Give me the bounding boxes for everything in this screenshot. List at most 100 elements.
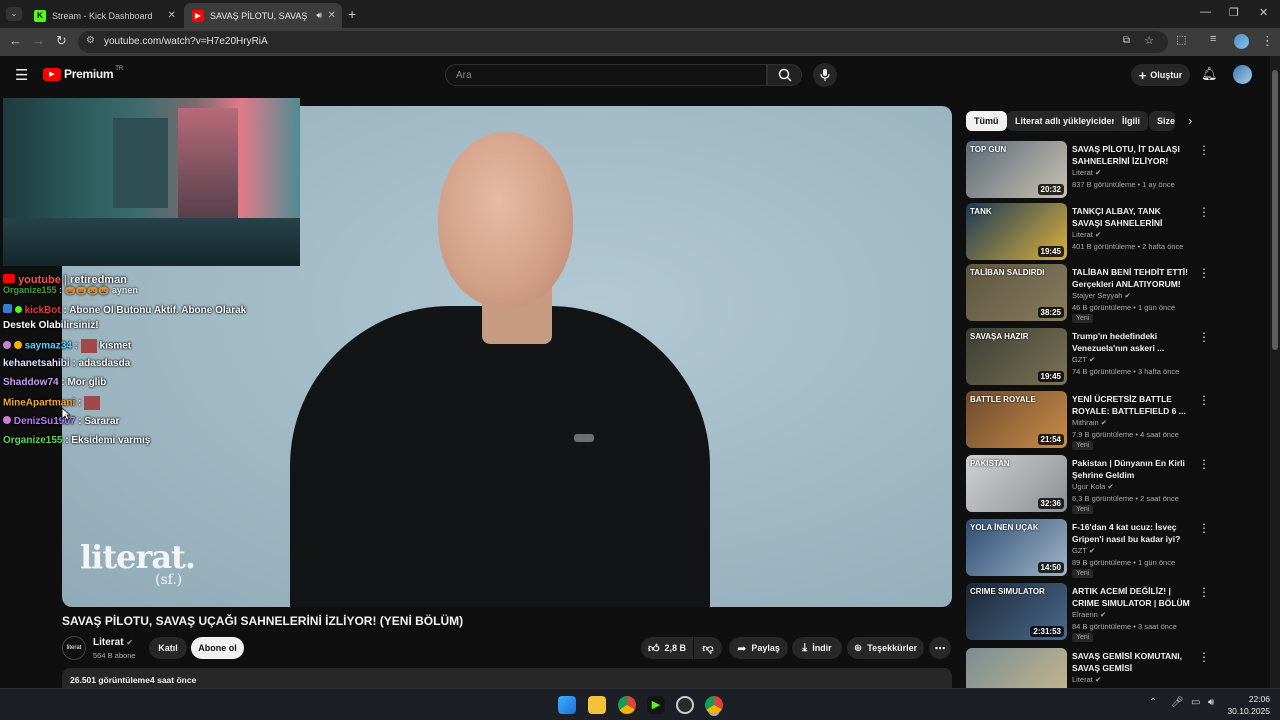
display-tray-icon[interactable]: ▭: [1191, 697, 1200, 708]
recommendation-channel[interactable]: GZT ✔: [1072, 546, 1095, 555]
video-thumbnail[interactable]: PAKİSTAN 32:36: [966, 455, 1067, 512]
chip-from-uploader[interactable]: Literat adlı yükleyiciden: [1007, 111, 1126, 131]
subscribe-button[interactable]: Abone ol: [191, 637, 244, 659]
recommendation-channel[interactable]: Literat ✔: [1072, 675, 1101, 684]
recommendation-item[interactable]: SAVAŞA HAZIR 19:45 Trump'ın hedefindeki Ve…: [966, 328, 1236, 388]
more-options-icon[interactable]: ⋮: [1198, 205, 1210, 219]
voice-search-button[interactable]: [813, 63, 837, 87]
download-button[interactable]: ⤓ İndir: [792, 637, 842, 659]
more-options-icon[interactable]: ⋮: [1198, 266, 1210, 280]
search-button[interactable]: [767, 64, 802, 86]
recommendation-item[interactable]: TALİBAN SALDIRDI 38:25 TALİBAN BENİ TEHDİT…: [966, 264, 1236, 324]
recommendation-channel[interactable]: Literat ✔: [1072, 230, 1101, 239]
recommendation-title[interactable]: F-16'dan 4 kat ucuz: İsveç Gripen'i nası…: [1072, 521, 1190, 545]
recommendation-channel[interactable]: Ugur Kola ✔: [1072, 482, 1114, 491]
minimize-button[interactable]: —: [1200, 6, 1211, 18]
video-thumbnail[interactable]: TOP GUN 20:32: [966, 141, 1067, 198]
reload-icon[interactable]: ↻: [56, 33, 67, 49]
video-thumbnail[interactable]: BATTLE ROYALE 21:54: [966, 391, 1067, 448]
youtube-logo[interactable]: ▶ Premium TR: [43, 66, 123, 81]
recommendation-channel[interactable]: Mithrain ✔: [1072, 418, 1107, 427]
windows-start-icon[interactable]: [558, 696, 576, 714]
recommendation-title[interactable]: Pakistan | Dünyanın En Kirli Şehrine Gel…: [1072, 457, 1190, 481]
recommendation-title[interactable]: SAVAŞ GEMİSİ KOMUTANI, SAVAŞ GEMİSİ SAHN…: [1072, 650, 1190, 674]
forward-icon[interactable]: →: [32, 33, 45, 48]
site-info-icon[interactable]: ⚙: [86, 35, 95, 46]
more-options-icon[interactable]: ⋮: [1198, 521, 1210, 535]
tab-search-icon[interactable]: ⌄: [6, 7, 22, 21]
recommendation-item[interactable]: TANK 19:45 TANKÇI ALBAY, TANK SAVAŞI SAHNE…: [966, 203, 1236, 263]
close-icon[interactable]: ✕: [328, 10, 336, 21]
chip-for-you[interactable]: Size: [1149, 111, 1175, 131]
chevron-up-icon[interactable]: ⌃: [1149, 697, 1157, 708]
volume-tray-icon[interactable]: 🔊︎: [1208, 697, 1214, 708]
back-icon[interactable]: ←: [9, 33, 22, 48]
obs-icon[interactable]: [676, 696, 694, 714]
chevron-right-icon[interactable]: ›: [1188, 113, 1192, 128]
like-button[interactable]: 👍︎ 2,8 B: [641, 637, 693, 659]
chrome-icon[interactable]: [618, 696, 636, 714]
kick-app-icon[interactable]: ▶: [647, 696, 665, 714]
video-thumbnail[interactable]: [966, 648, 1067, 688]
video-thumbnail[interactable]: SAVAŞA HAZIR 19:45: [966, 328, 1067, 385]
close-icon[interactable]: ✕: [168, 10, 176, 21]
recommendation-title[interactable]: TALİBAN BENİ TEHDİT ETTİ! Gerçekleri ANL…: [1072, 266, 1190, 290]
tab-youtube-video[interactable]: ▶ SAVAŞ PİLOTU, SAVAŞ UÇAĞ 🔊︎ ✕: [184, 3, 342, 28]
more-actions-button[interactable]: ⋯: [929, 637, 951, 659]
dislike-button[interactable]: 👎︎: [694, 637, 722, 659]
video-thumbnail[interactable]: YOLA İNEN UÇAK 14:50: [966, 519, 1067, 576]
media-control-icon[interactable]: ≡: [1210, 33, 1216, 45]
more-options-icon[interactable]: ⋮: [1198, 143, 1210, 157]
recommendation-item[interactable]: YOLA İNEN UÇAK 14:50 F-16'dan 4 kat ucuz: …: [966, 519, 1236, 579]
search-input[interactable]: Ara: [445, 64, 767, 86]
chip-related[interactable]: İlgili: [1114, 111, 1148, 131]
recommendation-item[interactable]: BATTLE ROYALE 21:54 YENİ ÜCRETSİZ BATTLE R…: [966, 391, 1236, 451]
video-thumbnail[interactable]: CRIME SIMULATOR 2:31:53: [966, 583, 1067, 640]
create-button[interactable]: + Oluştur: [1131, 64, 1190, 86]
more-options-icon[interactable]: ⋮: [1198, 585, 1210, 599]
recommendation-item[interactable]: PAKİSTAN 32:36 Pakistan | Dünyanın En Kirl…: [966, 455, 1236, 515]
speaker-icon[interactable]: 🔊︎: [316, 10, 322, 21]
microphone-tray-icon[interactable]: 🎤︎: [1171, 697, 1184, 708]
recommendation-title[interactable]: YENİ ÜCRETSİZ BATTLE ROYALE: BATTLEFIELD…: [1072, 393, 1190, 417]
recommendation-item[interactable]: SAVAŞ GEMİSİ KOMUTANI, SAVAŞ GEMİSİ SAHN…: [966, 648, 1236, 688]
more-options-icon[interactable]: ⋮: [1198, 650, 1210, 664]
scrollbar-thumb[interactable]: [1272, 70, 1278, 350]
more-options-icon[interactable]: ⋮: [1198, 393, 1210, 407]
install-app-icon[interactable]: ⧉: [1123, 35, 1130, 46]
video-thumbnail[interactable]: TALİBAN SALDIRDI 38:25: [966, 264, 1067, 321]
restore-button[interactable]: ❐: [1229, 6, 1239, 19]
recommendation-channel[interactable]: Literat ✔: [1072, 168, 1101, 177]
tab-kick-dashboard[interactable]: K Stream - Kick Dashboard ✕: [26, 3, 182, 28]
bookmark-star-icon[interactable]: ☆: [1144, 34, 1154, 47]
recommendation-item[interactable]: CRIME SIMULATOR 2:31:53 ARTIK ACEMİ DEĞİLİ…: [966, 583, 1236, 643]
recommendation-title[interactable]: Trump'ın hedefindeki Venezuela'nın asker…: [1072, 330, 1190, 354]
more-options-icon[interactable]: ⋮: [1198, 330, 1210, 344]
recommendation-channel[interactable]: Elraenn ✔: [1072, 610, 1106, 619]
chrome-active-icon[interactable]: [705, 696, 723, 714]
address-bar[interactable]: ⚙ youtube.com/watch?v=H7e20HryRiA ⧉ ☆: [78, 31, 1168, 53]
extensions-icon[interactable]: ⬚: [1176, 33, 1186, 46]
more-options-icon[interactable]: ⋮: [1198, 457, 1210, 471]
recommendation-channel[interactable]: Stajyer Seyyah ✔: [1072, 291, 1131, 300]
recommendation-title[interactable]: SAVAŞ PİLOTU, İT DALAŞI SAHNELERİNİ İZLİ…: [1072, 143, 1190, 167]
close-window-button[interactable]: ✕: [1259, 6, 1268, 19]
file-explorer-icon[interactable]: [588, 696, 606, 714]
notifications-bell-icon[interactable]: 🔔︎: [1201, 66, 1218, 82]
share-button[interactable]: ➦ Paylaş: [729, 637, 788, 659]
account-avatar[interactable]: [1233, 65, 1252, 84]
profile-avatar[interactable]: [1234, 34, 1249, 49]
recommendation-channel[interactable]: GZT ✔: [1072, 355, 1095, 364]
scrollbar[interactable]: [1270, 56, 1280, 688]
browser-menu-icon[interactable]: ⋮: [1261, 33, 1274, 49]
recommendation-title[interactable]: TANKÇI ALBAY, TANK SAVAŞI SAHNELERİNİ YO…: [1072, 205, 1190, 229]
hamburger-menu-icon[interactable]: ☰: [15, 66, 28, 84]
recommendation-item[interactable]: TOP GUN 20:32 SAVAŞ PİLOTU, İT DALAŞI SAHN…: [966, 141, 1236, 201]
channel-avatar[interactable]: literat: [62, 636, 86, 660]
chip-all[interactable]: Tümü: [966, 111, 1007, 131]
recommendation-title[interactable]: ARTIK ACEMİ DEĞİLİZ! | CRIME SIMULATOR |…: [1072, 585, 1190, 609]
system-clock[interactable]: 22:06 30.10.2025: [1227, 693, 1270, 717]
new-tab-button[interactable]: +: [348, 6, 356, 22]
video-thumbnail[interactable]: TANK 19:45: [966, 203, 1067, 260]
join-button[interactable]: Katıl: [149, 637, 187, 659]
